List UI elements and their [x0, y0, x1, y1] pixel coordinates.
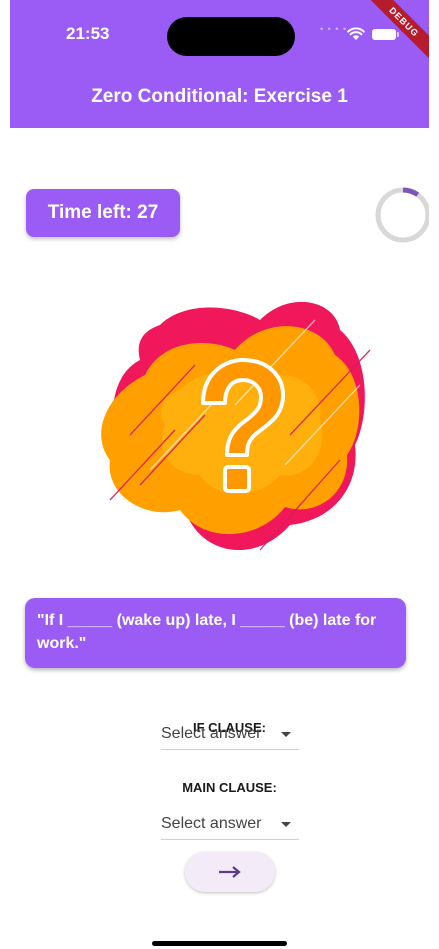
countdown-progress-ring — [375, 187, 429, 243]
next-button[interactable] — [185, 852, 275, 892]
question-mark-illustration — [101, 301, 371, 551]
page-title: Zero Conditional: Exercise 1 — [91, 86, 348, 107]
time-left-badge: Time left: 27 — [26, 189, 180, 237]
dropdown-caret-icon — [281, 822, 291, 827]
status-time: 21:53 — [66, 24, 110, 43]
if-clause-select-value: Select answer — [161, 725, 262, 742]
app-screen: 21:53 • • • • DEBUG Zero Conditional: Ex… — [10, 0, 429, 949]
home-indicator — [152, 941, 287, 946]
dropdown-caret-icon — [281, 732, 291, 737]
main-clause-label: MAIN CLAUSE: — [182, 780, 277, 795]
main-clause-select[interactable]: Select answer — [161, 812, 299, 840]
app-bar: 21:53 • • • • DEBUG Zero Conditional: Ex… — [10, 0, 429, 128]
arrow-right-icon — [219, 866, 241, 878]
question-card: "If I _____ (wake up) late, I _____ (be)… — [25, 598, 406, 668]
if-clause-select[interactable]: Select answer — [161, 722, 299, 750]
battery-icon — [372, 29, 399, 40]
dynamic-island — [167, 17, 295, 56]
cellular-icon: • • • • — [320, 24, 348, 34]
main-clause-select-value: Select answer — [161, 815, 262, 832]
wifi-icon — [347, 27, 365, 40]
